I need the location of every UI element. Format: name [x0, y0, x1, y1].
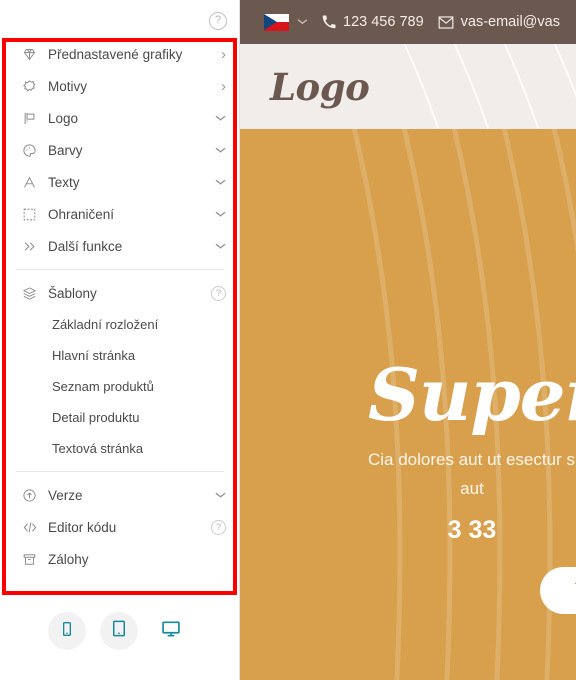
sidebar-item-label: Logo — [48, 110, 79, 126]
tablet-preview-button[interactable] — [100, 612, 138, 650]
sidebar-item-logo[interactable]: Logo — [0, 102, 239, 134]
sidebar-item-label: Zálohy — [48, 551, 89, 567]
desktop-icon — [160, 619, 182, 644]
sidebar-item-label: Přednastavené grafiky — [48, 46, 183, 62]
chevron-right-icon — [212, 79, 226, 94]
decorative-arcs — [403, 44, 576, 129]
blob-icon — [22, 77, 44, 95]
hero-subtitle-line1: Cia dolores aut ut esectur sit pa — [368, 450, 576, 470]
sidebar-item-label: Další funkce — [48, 238, 123, 254]
device-preview-switcher — [0, 612, 238, 650]
sidebar-item-label: Ohraničení — [48, 206, 115, 222]
circle-arrow-up-icon — [22, 486, 44, 504]
mobile-icon — [59, 620, 75, 643]
cz-flag-icon[interactable] — [264, 13, 289, 31]
sidebar-subitem-homepage[interactable]: Hlavní stránka — [0, 340, 239, 371]
chevron-down-icon — [212, 146, 226, 154]
sidebar-subitem-product-detail[interactable]: Detail produktu — [0, 402, 239, 433]
sidebar-item-preset-graphics[interactable]: Přednastavené grafiky — [0, 38, 239, 70]
sidebar-item-label: Šablony — [48, 285, 97, 301]
sidebar-item-label: Verze — [48, 487, 83, 503]
dashed-square-icon — [22, 205, 44, 223]
chevron-down-icon — [212, 210, 226, 218]
sidebar-item-themes[interactable]: Motivy — [0, 70, 239, 102]
envelope-icon — [438, 15, 454, 29]
sidebar-item-colors[interactable]: Barvy — [0, 134, 239, 166]
sidebar-item-versions[interactable]: Verze — [0, 479, 239, 511]
sidebar-subitem-product-list[interactable]: Seznam produktů — [0, 371, 239, 402]
sidebar-divider-top — [16, 269, 224, 270]
sidebar-item-label: Texty — [48, 174, 80, 190]
sidebar-menu: Přednastavené grafiky Motivy — [0, 38, 239, 575]
hero-title: Super — [368, 352, 576, 437]
sidebar-subitem-label: Textová stránka — [52, 441, 144, 456]
desktop-preview-button[interactable] — [152, 612, 190, 650]
double-chevron-icon — [22, 237, 44, 255]
sidebar-item-backups[interactable]: Zálohy — [0, 543, 239, 575]
chevron-down-icon — [212, 178, 226, 186]
topbar-email[interactable]: vas-email@vas — [438, 14, 560, 30]
sidebar-item-texts[interactable]: Texty — [0, 166, 239, 198]
logo-flag-icon — [22, 109, 44, 127]
help-icon: ? — [209, 12, 227, 30]
chevron-down-icon[interactable] — [297, 16, 308, 28]
sidebar-item-borders[interactable]: Ohraničení — [0, 198, 239, 230]
sidebar-item-more-features[interactable]: Další funkce — [0, 230, 239, 262]
sidebar-item-code-editor[interactable]: Editor kódu ? — [0, 511, 239, 543]
templates-help-icon[interactable]: ? — [211, 285, 226, 301]
phone-number: 123 456 789 — [343, 14, 424, 30]
sidebar-subitem-basic-layout[interactable]: Základní rozložení — [0, 309, 239, 340]
preview-hero: Super Cia dolores aut ut esectur sit pa … — [240, 129, 576, 680]
chevron-down-icon — [212, 242, 226, 250]
gem-icon — [22, 45, 44, 63]
email-address: vas-email@vas — [460, 14, 560, 30]
chevron-right-icon — [212, 47, 226, 62]
hero-content: Super Cia dolores aut ut esectur sit pa … — [240, 129, 576, 680]
sidebar-item-label: Barvy — [48, 142, 83, 158]
sidebar-item-label: Editor kódu — [48, 519, 117, 535]
archive-box-icon — [22, 550, 44, 568]
mobile-preview-button[interactable] — [48, 612, 86, 650]
preview-topbar: 123 456 789 vas-email@vas — [240, 0, 576, 44]
chevron-down-icon — [212, 491, 226, 499]
chevron-down-icon — [212, 114, 226, 122]
topbar-phone[interactable]: 123 456 789 — [322, 14, 424, 30]
hero-price: 3 33 — [447, 516, 497, 545]
palette-icon — [22, 141, 44, 159]
code-brackets-icon — [22, 518, 44, 536]
hero-subtitle-line2: aut — [460, 478, 484, 498]
phone-icon — [322, 15, 336, 29]
sidebar-divider-bottom — [16, 471, 224, 472]
site-preview: 123 456 789 vas-email@vas Logo Supe Cia … — [240, 0, 576, 680]
editor-sidebar: ? Přednastavené grafiky › Motivy › Logo … — [0, 0, 240, 680]
preview-logo-bar: Logo — [240, 44, 576, 129]
sidebar-item-templates[interactable]: Šablony ? — [0, 277, 239, 309]
sidebar-help-button[interactable]: ? — [209, 12, 227, 30]
app-root: ? Přednastavené grafiky › Motivy › Logo … — [0, 0, 576, 680]
layers-icon — [22, 284, 44, 302]
sidebar-subitem-label: Základní rozložení — [52, 317, 159, 332]
tablet-icon — [110, 619, 128, 643]
sidebar-subitem-label: Seznam produktů — [52, 379, 154, 394]
sidebar-item-label: Motivy — [48, 78, 88, 94]
code-editor-help-icon[interactable]: ? — [211, 519, 226, 535]
sidebar-subitem-label: Detail produktu — [52, 410, 140, 425]
sidebar-subitem-text-page[interactable]: Textová stránka — [0, 433, 239, 464]
letter-a-icon — [22, 173, 44, 191]
hero-more-info-button[interactable]: Více in — [540, 567, 576, 615]
sidebar-subitem-label: Hlavní stránka — [52, 348, 136, 363]
